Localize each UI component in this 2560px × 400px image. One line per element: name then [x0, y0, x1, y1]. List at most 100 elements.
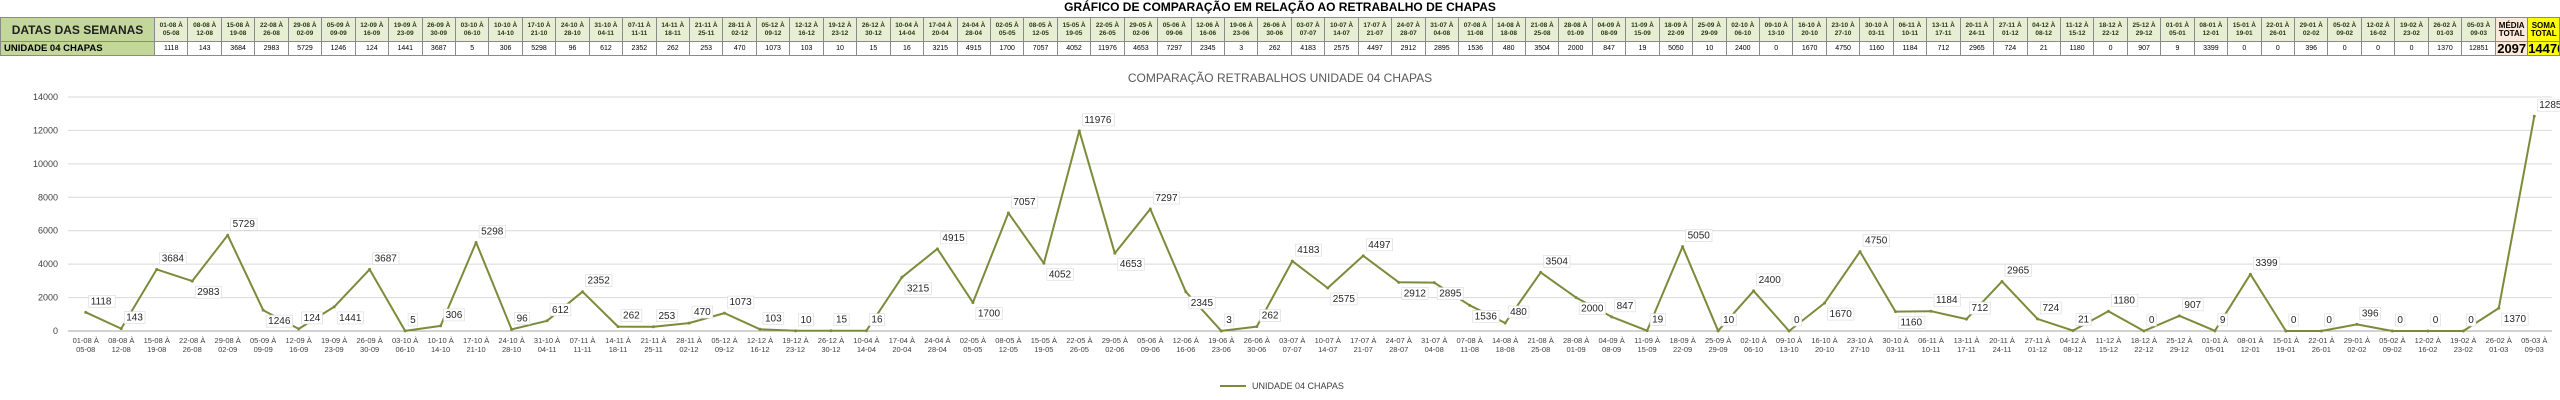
- x-tick-line: 03-11: [1886, 345, 1905, 354]
- week-header-cell-line-1: 28-11 À: [728, 21, 752, 29]
- x-tick-line: 02-12: [679, 345, 698, 354]
- value-cell: 480: [1491, 41, 1526, 56]
- x-tick-line: 03-10 À: [392, 336, 418, 345]
- data-point: [793, 329, 797, 333]
- data-label: 253: [659, 311, 676, 322]
- week-header-cell: 29-05 À 02-06: [1123, 17, 1159, 42]
- x-tick-line: 23-09: [325, 345, 344, 354]
- y-tick-label: 4000: [38, 259, 58, 269]
- week-header-cell-line-2: 15-09: [1634, 29, 1651, 37]
- x-tick-line: 26-02 À: [2486, 336, 2512, 345]
- data-label: 306: [446, 310, 463, 321]
- data-point: [1006, 211, 1010, 215]
- data-label: 5729: [233, 219, 256, 230]
- data-point: [332, 305, 336, 309]
- x-tick-label: 29-05 À 02-06: [1102, 336, 1128, 354]
- week-header-cell-line-2: 30-06: [1266, 29, 1283, 37]
- x-tick-line: 23-10 À: [1847, 336, 1873, 345]
- value-cell: 1184: [1892, 41, 1928, 56]
- week-header-cell-line-2: 01-12: [2001, 29, 2019, 37]
- x-tick-line: 04-11: [538, 345, 557, 354]
- x-tick-label: 21-11 À 25-11: [641, 336, 667, 354]
- x-tick-line: 13-10: [1779, 345, 1798, 354]
- week-header-cell-line-1: 08-08 À: [193, 21, 217, 29]
- week-header-cell-line-1: 26-09 À: [427, 21, 451, 29]
- week-header-cell: 17-10 À 21-10: [521, 17, 557, 42]
- data-label: 1670: [1830, 309, 1853, 320]
- data-point: [1539, 270, 1543, 274]
- value-cell: 2912: [1391, 41, 1426, 56]
- x-tick-line: 04-09 À: [1598, 336, 1624, 345]
- week-header-cell: 05-03 À 09-03: [2461, 17, 2497, 42]
- y-tick-label: 0: [53, 326, 58, 336]
- week-header-cell-line-1: 29-08 À: [293, 21, 317, 29]
- week-header-cell-line-2: 07-07: [1299, 29, 1317, 37]
- x-tick-label: 03-07 À 07-07: [1279, 336, 1305, 354]
- week-header-cell: 31-10 À 04-11: [588, 17, 624, 42]
- data-point: [2532, 114, 2536, 118]
- x-tick-line: 25-09 À: [1705, 336, 1731, 345]
- x-tick-line: 20-04: [892, 345, 911, 354]
- week-header-cell-line-1: 26-06 À: [1263, 21, 1287, 29]
- value-cell: 4653: [1123, 41, 1159, 56]
- x-tick-label: 14-08 À 18-08: [1492, 336, 1518, 354]
- chart-title: COMPARAÇÃO RETRABALHOS UNIDADE 04 CHAPAS: [1128, 71, 1432, 85]
- data-label: 21: [2078, 315, 2090, 326]
- data-label: 3687: [375, 253, 398, 264]
- data-point: [900, 275, 904, 279]
- x-tick-line: 02-09: [218, 345, 237, 354]
- x-tick-label: 27-11 À 01-12: [2025, 336, 2051, 354]
- week-header-cell-line-1: 15-08 À: [226, 21, 250, 29]
- x-tick-line: 10-07 À: [1315, 336, 1341, 345]
- x-tick-label: 10-10 À 14-10: [427, 336, 453, 354]
- value-cell: 1370: [2427, 41, 2463, 56]
- x-tick-label: 08-05 À 12-05: [995, 336, 1021, 354]
- x-tick-label: 02-10 À 06-10: [1740, 336, 1766, 354]
- week-header-cell: 04-09 À 08-09: [1591, 17, 1627, 42]
- value-cell: 1246: [321, 41, 356, 56]
- value-cell: 3684: [220, 41, 256, 56]
- x-tick-line: 22-12: [2134, 345, 2153, 354]
- value-cell: 1073: [755, 41, 791, 56]
- x-tick-line: 05-12 À: [711, 336, 737, 345]
- week-header-cell-line-2: 11-08: [1467, 29, 1484, 37]
- week-header-cell-line-1: 28-08 À: [1564, 21, 1588, 29]
- data-label: 262: [623, 311, 640, 322]
- week-header-cell-line-2: 08-12: [2035, 29, 2053, 37]
- week-header-cell: 22-01 À 26-01: [2260, 17, 2296, 42]
- week-header-cell: 06-11 À 10-11: [1892, 17, 1928, 42]
- data-table: DATAS DAS SEMANAS 01-08 À 05-08 08-08 À 12-…: [0, 17, 2560, 56]
- x-tick-label: 21-08 À 25-08: [1528, 336, 1554, 354]
- week-header-cell: 24-07 À 28-07: [1391, 17, 1426, 42]
- data-point: [368, 267, 372, 271]
- week-header-cell-line-1: 26-12 À: [861, 21, 885, 29]
- x-tick-line: 28-11 À: [676, 336, 702, 345]
- data-point: [1610, 315, 1614, 319]
- week-header-cell: 03-07 À 07-07: [1290, 17, 1326, 42]
- data-label: 724: [2042, 303, 2059, 314]
- data-label: 1441: [339, 313, 362, 324]
- week-header-cell-line-1: 12-12 À: [794, 21, 819, 29]
- data-label: 10: [1723, 315, 1735, 326]
- week-header-cell: 04-12 À 08-12: [2026, 17, 2061, 42]
- value-cell: 712: [1926, 41, 1961, 56]
- x-tick-label: 24-04 À 28-04: [924, 336, 950, 354]
- value-cell: 10: [822, 41, 858, 56]
- week-header-cell-line-1: 04-09 À: [1597, 21, 1621, 29]
- week-header-cell: 05-06 À 09-06: [1157, 17, 1192, 42]
- data-point: [2390, 329, 2394, 333]
- chart-gridlines: [68, 96, 2552, 332]
- value-cell: 5050: [1658, 41, 1694, 56]
- x-tick-line: 29-09: [1708, 345, 1727, 354]
- x-tick-label: 26-09 À 30-09: [356, 336, 382, 354]
- data-label: 1073: [729, 297, 752, 308]
- data-label: 9: [2220, 315, 2226, 326]
- x-tick-line: 29-12: [2170, 345, 2189, 354]
- x-tick-line: 19-02 À: [2450, 336, 2476, 345]
- week-header-cell-line-2: 02-02: [2302, 29, 2320, 37]
- x-tick-line: 11-12 À: [2096, 336, 2122, 345]
- week-header-cell-line-2: 20-04: [931, 29, 949, 37]
- x-tick-line: 22-05 À: [1066, 336, 1092, 345]
- value-cell: 9: [2160, 41, 2195, 56]
- x-tick-label: 12-12 À 16-12: [747, 336, 773, 354]
